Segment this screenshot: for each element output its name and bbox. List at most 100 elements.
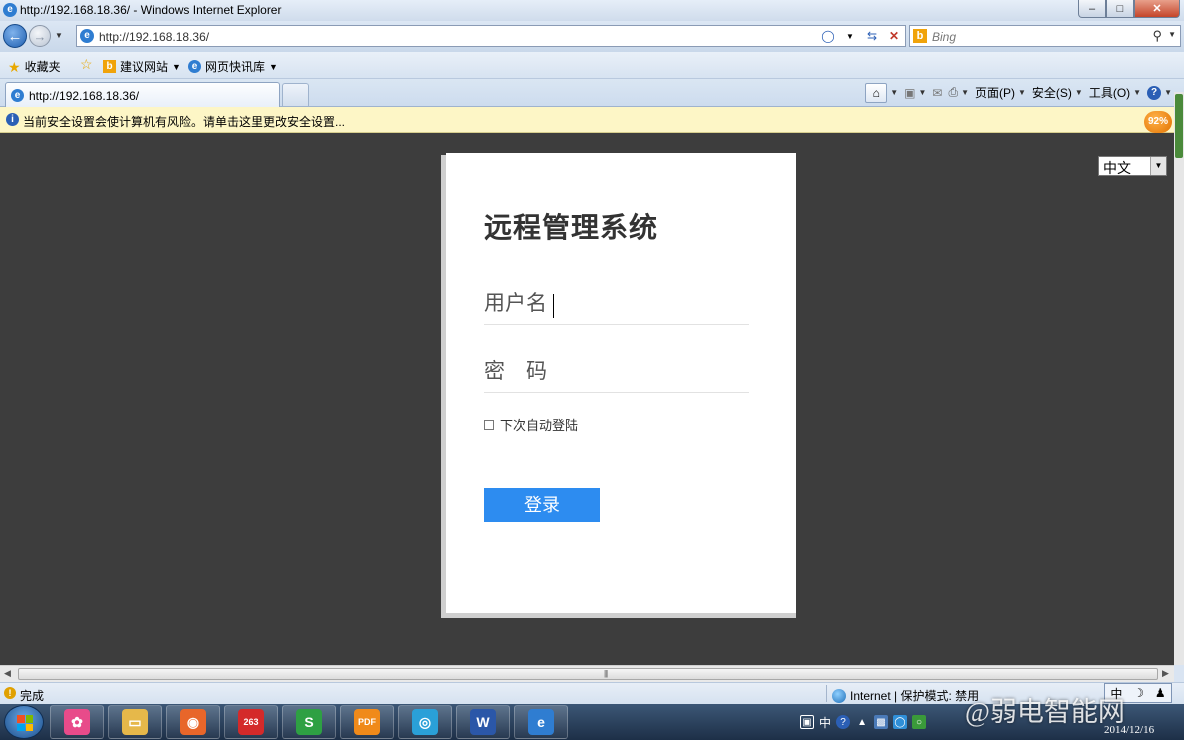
command-bar: ⌂ ▼ ▣ ▼ ✉ ⎙ ▼ 页面(P) ▼ 安全(S) ▼ 工具(O) ▼ ? … — [865, 79, 1184, 106]
print-button[interactable]: ⎙ ▼ — [948, 85, 969, 100]
firefox-icon: ◉ — [180, 709, 206, 735]
network-icon[interactable]: ▩ — [874, 715, 889, 729]
security-zone[interactable]: Internet | 保护模式: 禁用 — [832, 687, 979, 704]
new-tab-button[interactable] — [282, 83, 309, 106]
text-cursor — [553, 294, 554, 318]
page-menu-label: 页面(P) — [974, 86, 1015, 100]
stop-icon[interactable]: ✕ — [885, 27, 903, 45]
info-bar-text[interactable]: 当前安全设置会使计算机有风险。请单击这里更改安全设置... — [23, 113, 345, 130]
home-icon: ⌂ — [865, 82, 888, 103]
zoom-level-badge[interactable]: 92% — [1144, 111, 1172, 133]
chevron-down-icon: ▼ — [1074, 88, 1083, 97]
safety-menu-label: 安全(S) — [1031, 86, 1072, 100]
file-explorer-icon: ▭ — [122, 709, 148, 735]
chevron-down-icon: ▼ — [890, 88, 899, 97]
bing-icon: b — [103, 60, 116, 73]
taskbar-app-button[interactable]: PDF — [340, 705, 394, 739]
horizontal-scrollbar-thumb[interactable]: ||| — [18, 668, 1158, 680]
username-input[interactable] — [484, 285, 749, 323]
chevron-down-icon[interactable]: ▼ — [1150, 157, 1166, 175]
taskbar-app-button[interactable]: ✿ — [50, 705, 104, 739]
system-tray: ▣ 中 ? ▲ ▩ ◯ ○ — [800, 704, 927, 740]
start-button[interactable] — [4, 705, 44, 739]
ime-punctuation-icon: ☽ — [1133, 686, 1144, 700]
tray-ime-label[interactable]: 中 — [819, 714, 831, 731]
taskbar-app-button[interactable]: 263 — [224, 705, 278, 739]
login-button[interactable]: 登录 — [484, 488, 600, 522]
maximize-button[interactable]: □ — [1106, 0, 1134, 18]
search-options-dropdown-icon[interactable]: ▼ — [1168, 30, 1176, 39]
safety-menu[interactable]: 安全(S) ▼ — [1032, 84, 1083, 101]
word-app-icon: W — [470, 709, 496, 735]
vertical-scrollbar[interactable] — [1174, 92, 1184, 665]
refresh-icon[interactable]: ⇆ — [863, 27, 881, 45]
remember-me-checkbox[interactable] — [484, 419, 494, 430]
page-warning-icon[interactable]: ! — [4, 687, 16, 699]
show-desktop-icon[interactable]: ▣ — [800, 715, 814, 729]
taskbar-app-button[interactable]: W — [456, 705, 510, 739]
password-field[interactable] — [484, 353, 749, 393]
security-info-bar[interactable]: i 当前安全设置会使计算机有风险。请单击这里更改安全设置... — [0, 107, 1184, 133]
help-icon: ? — [1147, 85, 1162, 100]
chevron-down-icon: ▼ — [172, 61, 181, 72]
forward-button[interactable]: → — [29, 25, 51, 47]
scrollbar-grip-icon: ||| — [604, 669, 608, 678]
address-tools: ◯ ▼ ⇆ ✕ — [819, 27, 903, 45]
address-url[interactable]: http://192.168.18.36/ — [99, 30, 209, 44]
antivirus-icon[interactable]: ○ — [912, 715, 927, 729]
minimize-button[interactable]: – — [1078, 0, 1106, 18]
page-favicon-icon: e — [80, 29, 94, 43]
remember-me-label[interactable]: 下次自动登陆 — [500, 415, 578, 434]
watermark-text: @弱电智能网 — [965, 697, 1125, 727]
username-field[interactable] — [484, 285, 749, 325]
address-row: ← → ▼ e http://192.168.18.36/ ◯ ▼ ⇆ ✕ b … — [0, 21, 1184, 52]
search-icon[interactable]: ⚲ — [1152, 28, 1162, 44]
security-shield-icon[interactable]: ◯ — [893, 715, 908, 729]
favorites-label: 收藏夹 — [24, 60, 61, 74]
fav-item-suggested-sites[interactable]: b 建议网站 ▼ — [103, 58, 181, 75]
chevron-down-icon: ▼ — [1164, 88, 1172, 97]
tools-menu[interactable]: 工具(O) ▼ — [1089, 84, 1141, 101]
add-to-favorites-bar-button[interactable]: ☆ — [80, 57, 93, 71]
favorites-button[interactable]: ★ 收藏夹 — [8, 58, 61, 75]
tab-favicon-icon: e — [11, 89, 24, 102]
password-input[interactable] — [484, 353, 749, 391]
page-menu[interactable]: 页面(P) ▼ — [975, 84, 1026, 101]
window-title: http://192.168.18.36/ - Windows Internet… — [20, 3, 282, 17]
scroll-left-arrow-icon[interactable]: ◀ — [4, 668, 11, 679]
tray-expand-icon[interactable]: ▲ — [855, 715, 869, 729]
read-mail-button[interactable]: ✉ — [932, 86, 942, 100]
home-button[interactable]: ⌂ ▼ — [865, 82, 899, 103]
pdf-reader-icon: PDF — [354, 709, 380, 735]
taskbar-app-button[interactable]: e — [514, 705, 568, 739]
ie-icon: e — [188, 60, 201, 73]
fav-item-web-slice-gallery[interactable]: e 网页快讯库 ▼ — [188, 58, 278, 75]
recent-pages-dropdown[interactable]: ▼ — [55, 31, 65, 41]
help-icon[interactable]: ? — [836, 715, 851, 729]
search-placeholder[interactable]: Bing — [932, 30, 956, 44]
remember-me[interactable]: 下次自动登陆 — [484, 415, 578, 434]
taskbar-app-button[interactable]: ◎ — [398, 705, 452, 739]
vertical-scrollbar-thumb[interactable] — [1175, 94, 1183, 158]
tab-active[interactable]: e http://192.168.18.36/ — [5, 82, 280, 107]
address-box[interactable]: e http://192.168.18.36/ ◯ ▼ ⇆ ✕ — [76, 25, 906, 47]
horizontal-scrollbar[interactable]: ◀ ||| ▶ — [0, 665, 1174, 682]
close-button[interactable]: ✕ — [1134, 0, 1180, 18]
tools-menu-label: 工具(O) — [1088, 86, 1131, 100]
taskbar-app-button[interactable]: ◉ — [166, 705, 220, 739]
help-menu[interactable]: ? ▼ — [1147, 85, 1172, 100]
window-controls: – □ ✕ — [1078, 0, 1180, 18]
address-dropdown-icon[interactable]: ▼ — [841, 27, 859, 45]
feeds-button[interactable]: ▣ ▼ — [904, 86, 926, 100]
window-title-bar: e http://192.168.18.36/ - Windows Intern… — [0, 0, 1184, 21]
taskbar-app-button[interactable]: ▭ — [108, 705, 162, 739]
login-card: 远程管理系统 下次自动登陆 登录 — [446, 153, 796, 613]
language-select[interactable]: 中文 ▼ — [1098, 156, 1167, 176]
back-button[interactable]: ← — [3, 24, 27, 48]
internet-explorer-icon: e — [3, 3, 17, 17]
taskbar-app-button[interactable]: S — [282, 705, 336, 739]
audio-app-icon: ◎ — [412, 709, 438, 735]
compatibility-shield-icon[interactable]: ◯ — [819, 27, 837, 45]
scroll-right-arrow-icon[interactable]: ▶ — [1162, 668, 1169, 679]
search-box[interactable]: b Bing ⚲ ▼ — [909, 25, 1181, 47]
